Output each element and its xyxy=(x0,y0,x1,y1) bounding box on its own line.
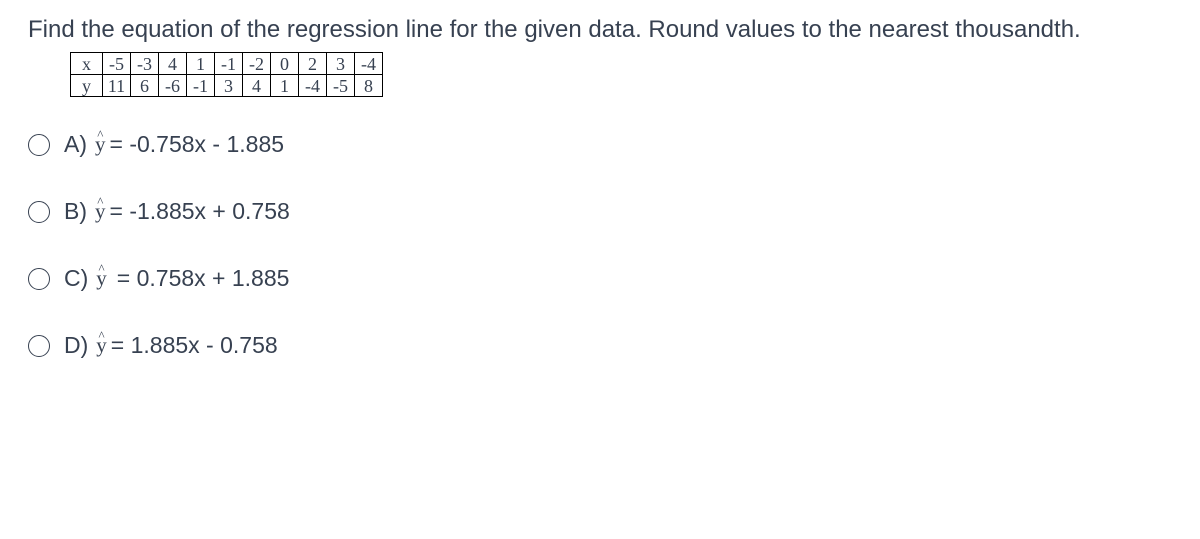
table-cell: -6 xyxy=(159,75,187,97)
choice-a[interactable]: A) ^y = -0.758x - 1.885 xyxy=(28,131,1172,158)
table-cell: -2 xyxy=(243,53,271,75)
radio-icon[interactable] xyxy=(28,268,50,290)
table-cell: 1 xyxy=(271,75,299,97)
choice-b[interactable]: B) ^y = -1.885x + 0.758 xyxy=(28,198,1172,225)
choice-equation: = -1.885x + 0.758 xyxy=(110,198,290,225)
table-cell: 1 xyxy=(187,53,215,75)
radio-icon[interactable] xyxy=(28,201,50,223)
yhat-symbol: ^y xyxy=(95,201,106,222)
choice-d[interactable]: D) ^y = 1.885x - 0.758 xyxy=(28,332,1172,359)
table-cell: -4 xyxy=(355,53,383,75)
table-row: x -5 -3 4 1 -1 -2 0 2 3 -4 xyxy=(71,53,383,75)
yhat-symbol: ^y xyxy=(96,335,107,356)
data-table: x -5 -3 4 1 -1 -2 0 2 3 -4 y 11 6 -6 -1 … xyxy=(70,52,383,97)
radio-icon[interactable] xyxy=(28,335,50,357)
choice-c[interactable]: C) ^y = 0.758x + 1.885 xyxy=(28,265,1172,292)
table-cell: 2 xyxy=(299,53,327,75)
x-header: x xyxy=(71,53,103,75)
yhat-symbol: ^y xyxy=(95,134,106,155)
table-cell: -1 xyxy=(187,75,215,97)
table-cell: -3 xyxy=(131,53,159,75)
choice-equation: = -0.758x - 1.885 xyxy=(110,131,285,158)
choice-equation: = 0.758x + 1.885 xyxy=(117,265,290,292)
table-cell: -4 xyxy=(299,75,327,97)
choice-letter: B) xyxy=(64,198,87,225)
choice-letter: A) xyxy=(64,131,87,158)
table-cell: 8 xyxy=(355,75,383,97)
table-cell: 0 xyxy=(271,53,299,75)
yhat-symbol: ^y xyxy=(96,268,107,289)
radio-icon[interactable] xyxy=(28,134,50,156)
choice-letter: C) xyxy=(64,265,88,292)
table-row: y 11 6 -6 -1 3 4 1 -4 -5 8 xyxy=(71,75,383,97)
choice-letter: D) xyxy=(64,332,88,359)
table-cell: -1 xyxy=(215,53,243,75)
table-cell: 6 xyxy=(131,75,159,97)
table-cell: -5 xyxy=(327,75,355,97)
table-cell: 4 xyxy=(159,53,187,75)
table-cell: -5 xyxy=(103,53,131,75)
y-header: y xyxy=(71,75,103,97)
choices-group: A) ^y = -0.758x - 1.885 B) ^y = -1.885x … xyxy=(28,131,1172,359)
table-cell: 11 xyxy=(103,75,131,97)
choice-equation: = 1.885x - 0.758 xyxy=(111,332,278,359)
table-cell: 3 xyxy=(327,53,355,75)
table-cell: 4 xyxy=(243,75,271,97)
table-cell: 3 xyxy=(215,75,243,97)
question-prompt: Find the equation of the regression line… xyxy=(28,14,1172,46)
